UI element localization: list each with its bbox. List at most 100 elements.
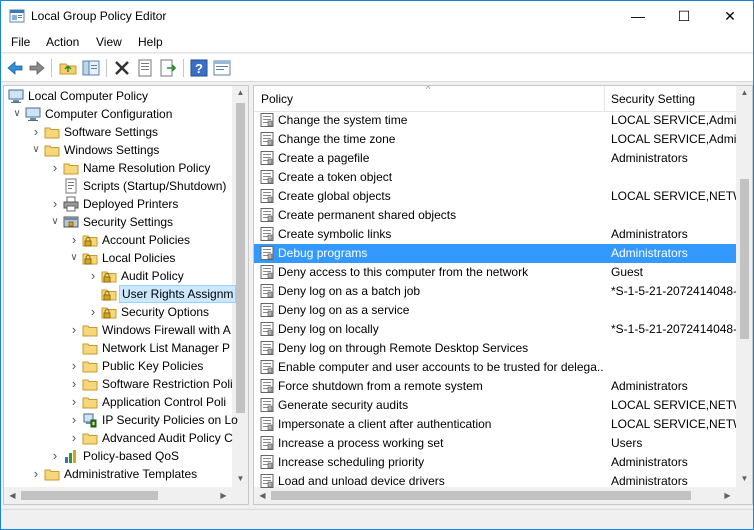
list-hscroll-thumb[interactable] bbox=[271, 491, 691, 500]
expand-chevron-icon[interactable]: › bbox=[69, 375, 79, 393]
tree-node[interactable]: Local Computer Policy bbox=[4, 87, 232, 105]
expand-chevron-icon[interactable]: › bbox=[69, 411, 79, 429]
column-header-policy[interactable]: Policy bbox=[261, 92, 293, 106]
expand-chevron-icon[interactable]: › bbox=[69, 429, 79, 447]
expand-chevron-icon[interactable]: › bbox=[50, 195, 60, 213]
policy-security-setting: LOCAL SERVICE,Admini bbox=[611, 113, 736, 127]
help-icon[interactable]: ? bbox=[189, 58, 209, 78]
expand-chevron-icon[interactable]: › bbox=[50, 159, 60, 177]
policy-row[interactable]: Force shutdown from a remote system Admin… bbox=[254, 377, 736, 396]
scroll-down-icon[interactable]: ▼ bbox=[736, 474, 752, 483]
tree-node[interactable]: User Rights Assignm bbox=[4, 285, 237, 303]
collapse-chevron-icon[interactable]: ∨ bbox=[12, 105, 22, 123]
policy-row[interactable]: Increase scheduling priority Administrato… bbox=[254, 453, 736, 472]
policy-row[interactable]: Deny log on as a batch job *S-1-5-21-2072… bbox=[254, 282, 736, 301]
menu-action[interactable]: Action bbox=[46, 35, 79, 49]
tree-node[interactable]: › Policy-based QoS bbox=[4, 447, 232, 465]
tree-node[interactable]: › Advanced Audit Policy C bbox=[4, 429, 233, 447]
policy-row[interactable]: Create a pagefile Administrators bbox=[254, 149, 736, 168]
tree-node[interactable]: › Account Policies bbox=[4, 231, 232, 249]
title-bar[interactable]: Local Group Policy Editor — ☐ ✕ bbox=[1, 1, 753, 31]
menu-view[interactable]: View bbox=[96, 35, 122, 49]
tree-node-label: Administrative Templates bbox=[64, 467, 198, 481]
tree-node[interactable]: › Software Settings bbox=[4, 123, 232, 141]
policy-row[interactable]: Deny access to this computer from the ne… bbox=[254, 263, 736, 282]
expand-chevron-icon[interactable]: › bbox=[88, 303, 98, 321]
collapse-chevron-icon[interactable]: ∨ bbox=[50, 213, 60, 231]
tree-node[interactable]: › IP Security Policies on Lo bbox=[4, 411, 238, 429]
scroll-down-icon[interactable]: ▼ bbox=[232, 474, 248, 483]
policy-row[interactable]: Create a token object bbox=[254, 168, 736, 187]
expand-chevron-icon[interactable]: › bbox=[69, 321, 79, 339]
tree-node[interactable]: › Application Control Poli bbox=[4, 393, 232, 411]
policy-name: Deny log on through Remote Desktop Servi… bbox=[278, 341, 529, 355]
tree-hscroll-thumb[interactable] bbox=[21, 491, 158, 500]
up-folder-icon[interactable] bbox=[58, 58, 78, 78]
policy-row[interactable]: Deny log on as a service bbox=[254, 301, 736, 320]
expand-chevron-icon[interactable]: › bbox=[88, 267, 98, 285]
policy-security-setting: Users bbox=[611, 436, 643, 450]
back-icon[interactable] bbox=[5, 58, 25, 78]
tree-node-label: Security Options bbox=[121, 305, 210, 319]
console-icon[interactable] bbox=[212, 58, 232, 78]
policy-row[interactable]: Create permanent shared objects bbox=[254, 206, 736, 225]
policy-list-pane[interactable]: ^ Policy Security Setting ▲ ▼ ◀ ▶ Change… bbox=[253, 85, 753, 505]
menu-file[interactable]: File bbox=[11, 35, 30, 49]
list-scroll-thumb[interactable] bbox=[740, 179, 749, 339]
collapse-chevron-icon[interactable]: ∨ bbox=[69, 249, 79, 267]
expand-chevron-icon[interactable]: › bbox=[69, 231, 79, 249]
policy-row[interactable]: Debug programs Administrators bbox=[254, 244, 736, 263]
tree-node[interactable]: › Software Restriction Poli bbox=[4, 375, 233, 393]
collapse-chevron-icon[interactable]: ∨ bbox=[31, 141, 41, 159]
tree-horizontal-scrollbar[interactable]: ◀ ▶ bbox=[4, 487, 232, 504]
export-icon[interactable] bbox=[158, 58, 178, 78]
tree-scroll-thumb[interactable] bbox=[236, 103, 245, 413]
scroll-up-icon[interactable]: ▲ bbox=[736, 88, 752, 97]
tree-node[interactable]: › Audit Policy bbox=[4, 267, 232, 285]
expand-chevron-icon[interactable]: › bbox=[31, 465, 41, 483]
tree-node[interactable]: ∨ Computer Configuration bbox=[4, 105, 232, 123]
expand-chevron-icon[interactable]: › bbox=[31, 123, 41, 141]
policy-row[interactable]: Impersonate a client after authenticatio… bbox=[254, 415, 736, 434]
minimize-button[interactable]: — bbox=[615, 1, 661, 31]
expand-chevron-icon[interactable]: › bbox=[69, 357, 79, 375]
tree-pane[interactable]: ▲ ▼ ◀ ▶ Local Computer Policy ∨ Computer C… bbox=[3, 85, 249, 505]
policy-row[interactable]: Increase a process working set Users bbox=[254, 434, 736, 453]
scroll-up-icon[interactable]: ▲ bbox=[232, 88, 248, 97]
tree-node[interactable]: › Deployed Printers bbox=[4, 195, 232, 213]
close-button[interactable]: ✕ bbox=[707, 1, 753, 31]
expand-chevron-icon[interactable]: › bbox=[50, 447, 60, 465]
scroll-left-icon[interactable]: ◀ bbox=[254, 491, 271, 500]
tree-node[interactable]: › Security Options bbox=[4, 303, 232, 321]
maximize-button[interactable]: ☐ bbox=[661, 1, 707, 31]
expand-chevron-icon[interactable]: › bbox=[69, 393, 79, 411]
policy-row[interactable]: Change the time zone LOCAL SERVICE,Admini bbox=[254, 130, 736, 149]
tree-node[interactable]: Network List Manager P bbox=[4, 339, 232, 357]
tree-node[interactable]: Scripts (Startup/Shutdown) bbox=[4, 177, 232, 195]
delete-icon[interactable] bbox=[112, 58, 132, 78]
policy-row[interactable]: Create global objects LOCAL SERVICE,NETWO bbox=[254, 187, 736, 206]
scroll-right-icon[interactable]: ▶ bbox=[215, 491, 232, 500]
tree-node[interactable]: › Administrative Templates bbox=[4, 465, 232, 483]
tree-node[interactable]: › Name Resolution Policy bbox=[4, 159, 232, 177]
tree-node[interactable]: › Public Key Policies bbox=[4, 357, 232, 375]
policy-row[interactable]: Deny log on locally *S-1-5-21-2072414048-… bbox=[254, 320, 736, 339]
tree-node[interactable]: ∨ Local Policies bbox=[4, 249, 232, 267]
tree-node[interactable]: ∨ Security Settings bbox=[4, 213, 232, 231]
policy-row[interactable]: Generate security audits LOCAL SERVICE,NE… bbox=[254, 396, 736, 415]
column-header-security-setting[interactable]: Security Setting bbox=[611, 92, 695, 106]
tree-node[interactable]: ∨ Windows Settings bbox=[4, 141, 232, 159]
scroll-right-icon[interactable]: ▶ bbox=[719, 491, 736, 500]
policy-row[interactable]: Deny log on through Remote Desktop Servi… bbox=[254, 339, 736, 358]
policy-row[interactable]: Enable computer and user accounts to be … bbox=[254, 358, 736, 377]
scroll-left-icon[interactable]: ◀ bbox=[4, 491, 21, 500]
policy-row[interactable]: Change the system time LOCAL SERVICE,Admi… bbox=[254, 111, 736, 130]
properties-icon[interactable] bbox=[135, 58, 155, 78]
menu-help[interactable]: Help bbox=[138, 35, 163, 49]
forward-icon[interactable] bbox=[27, 58, 47, 78]
show-hide-tree-icon[interactable] bbox=[81, 58, 101, 78]
tree-node[interactable]: › Windows Firewall with A bbox=[4, 321, 232, 339]
policy-row[interactable]: Load and unload device drivers Administra… bbox=[254, 472, 736, 491]
policy-row[interactable]: Create symbolic links Administrators bbox=[254, 225, 736, 244]
list-vertical-scrollbar[interactable]: ▲ ▼ bbox=[736, 86, 752, 487]
